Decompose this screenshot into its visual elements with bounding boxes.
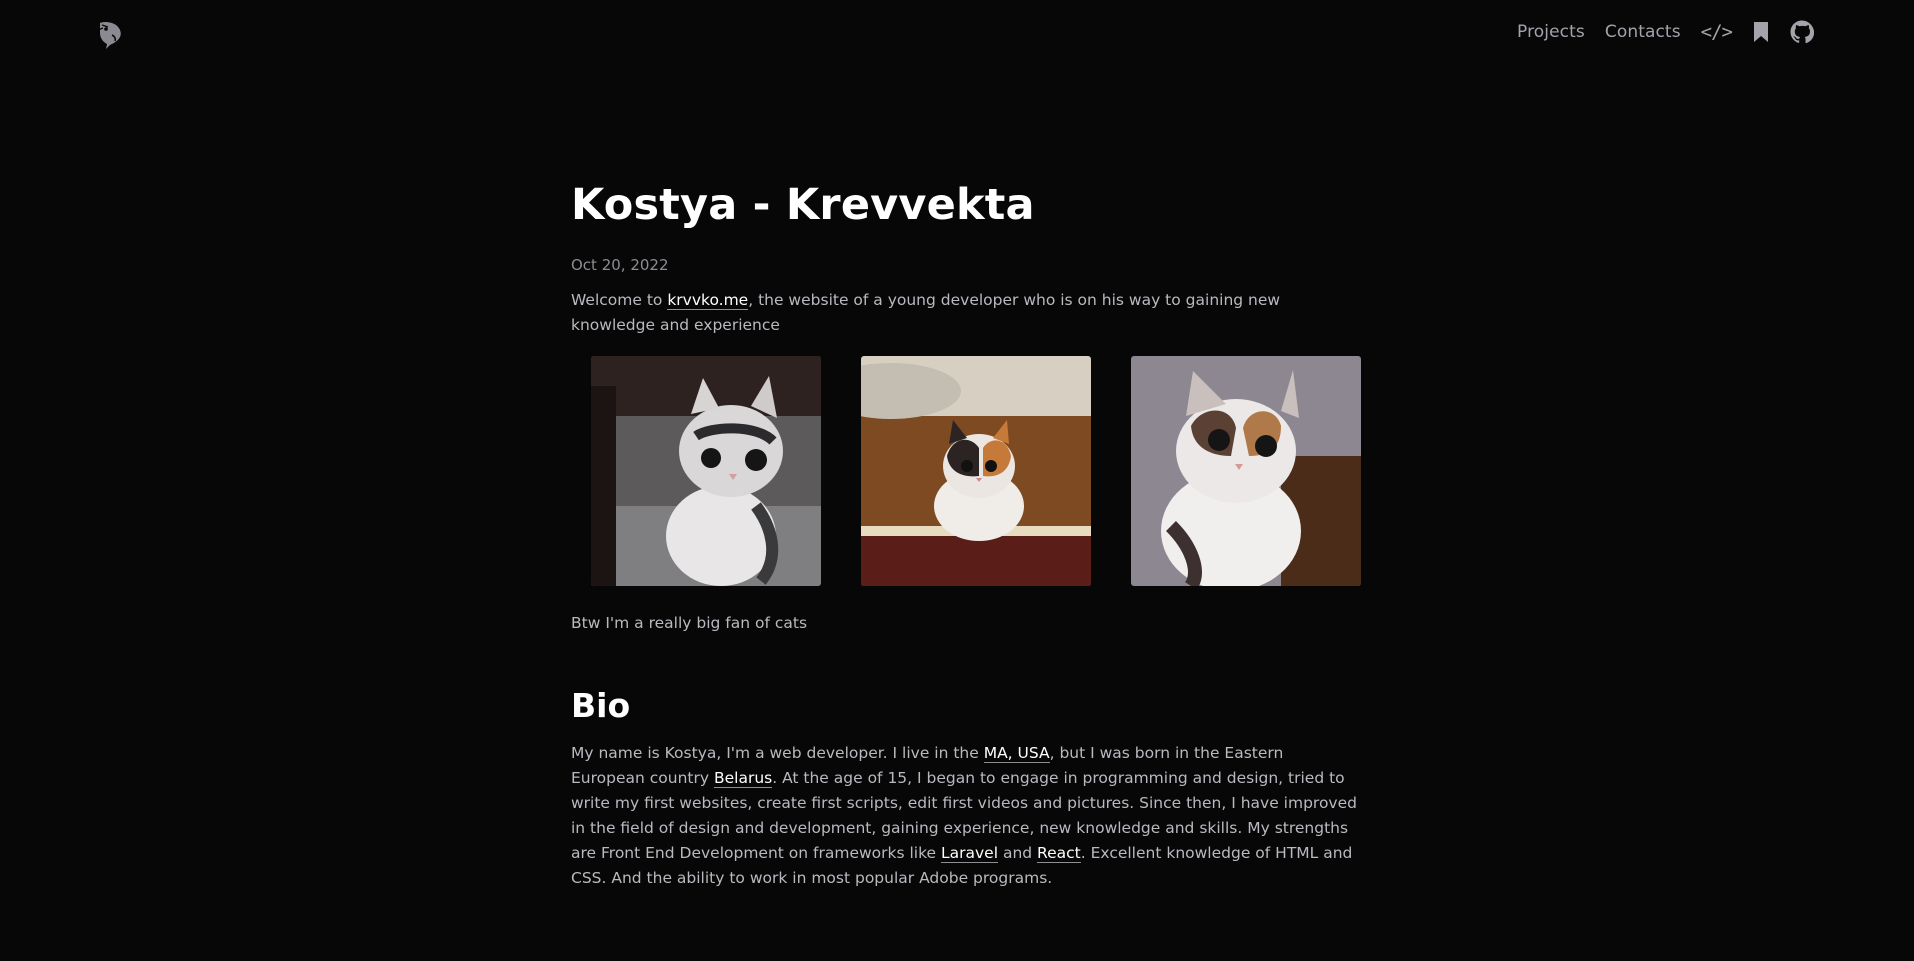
github-icon[interactable] bbox=[1790, 20, 1814, 44]
cat-gallery bbox=[591, 356, 1361, 586]
cats-note: Btw I'm a really big fan of cats bbox=[571, 614, 808, 632]
bookmark-icon[interactable] bbox=[1752, 21, 1770, 43]
laravel-link[interactable]: Laravel bbox=[941, 844, 999, 863]
intro-paragraph: Welcome to krvvko.me, the website of a y… bbox=[571, 291, 1281, 334]
page-title: Kostya - Krevvekta bbox=[571, 180, 1035, 230]
code-icon[interactable]: </> bbox=[1701, 21, 1733, 43]
cat-photo bbox=[591, 356, 821, 586]
cat-photo bbox=[861, 356, 1091, 586]
post-date: Oct 20, 2022 bbox=[571, 256, 669, 274]
bio-heading: Bio bbox=[571, 686, 631, 725]
nav-link-contacts[interactable]: Contacts bbox=[1605, 22, 1681, 42]
logo-icon[interactable] bbox=[94, 19, 126, 51]
react-link[interactable]: React bbox=[1037, 844, 1081, 863]
site-link[interactable]: krvvko.me bbox=[667, 291, 749, 310]
bio-paragraph: My name is Kostya, I'm a web developer. … bbox=[571, 744, 1357, 887]
location-link[interactable]: MA, USA bbox=[983, 744, 1050, 763]
top-nav: Projects Contacts </> bbox=[1517, 20, 1814, 44]
cat-photo bbox=[1131, 356, 1361, 586]
country-link[interactable]: Belarus bbox=[713, 769, 773, 788]
nav-link-projects[interactable]: Projects bbox=[1517, 22, 1585, 42]
main-content: Kostya - Krevvekta Oct 20, 2022 Welcome … bbox=[571, 180, 1361, 891]
